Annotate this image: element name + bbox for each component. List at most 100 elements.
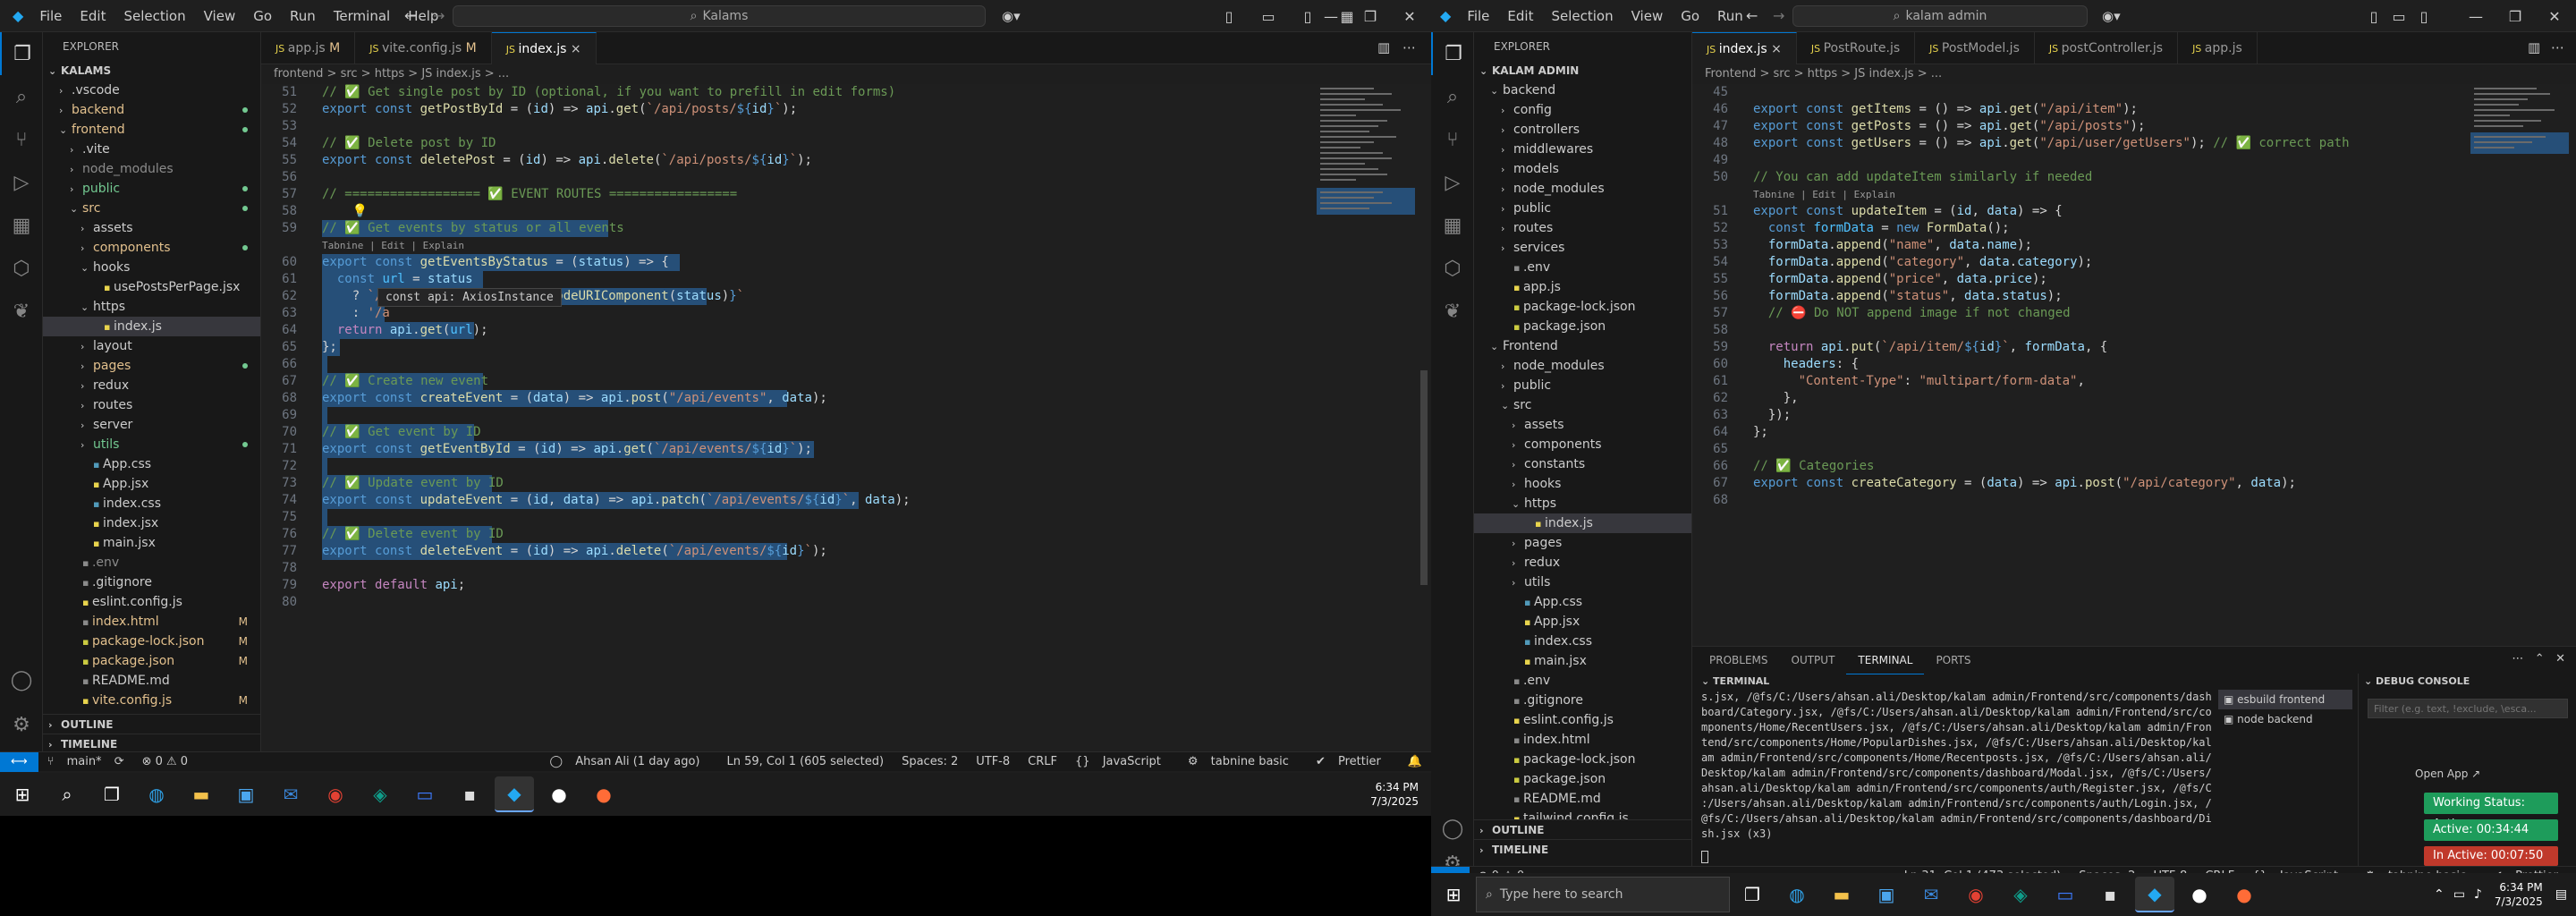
encoding-status[interactable]: UTF-8 <box>967 755 1019 768</box>
task-view-icon[interactable]: ❐ <box>92 776 131 812</box>
minimize-icon[interactable]: — <box>2456 8 2496 25</box>
toggle-panel-icon[interactable]: ▭ <box>2386 8 2411 25</box>
forward-arrow-icon[interactable]: → <box>433 7 445 24</box>
code-editor[interactable]: 51 52 53 54 55 56 57 58 59 60 61 62 63 64 65 66 67 68 69 70… <box>261 84 1431 751</box>
menu-selection[interactable]: Selection <box>1542 8 1622 24</box>
restore-icon[interactable]: ❐ <box>1351 8 1390 25</box>
tree-folder[interactable]: › utils <box>43 435 260 454</box>
tree-folder[interactable]: › node_modules <box>1474 179 1691 199</box>
file-explorer-icon[interactable]: ▬ <box>182 776 221 812</box>
notification-center-icon[interactable]: ▤ <box>2555 887 2567 902</box>
source-control-icon[interactable]: ⑂ <box>0 118 43 161</box>
toggle-primary-sidebar-icon[interactable]: ▯ <box>1209 8 1249 25</box>
terminal-icon[interactable]: ▪ <box>450 776 489 812</box>
postman-icon[interactable]: ● <box>584 776 623 812</box>
menu-terminal[interactable]: Terminal <box>325 8 399 24</box>
tree-folder[interactable]: › hooks <box>1474 474 1691 494</box>
tree-folder[interactable]: › node_modules <box>1474 356 1691 376</box>
tree-folder[interactable]: › redux <box>1474 553 1691 572</box>
menu-view[interactable]: View <box>1623 8 1673 24</box>
tree-folder[interactable]: ⌄ frontend <box>43 120 260 140</box>
menu-view[interactable]: View <box>195 8 245 24</box>
close-window-icon[interactable]: ✕ <box>2535 8 2574 25</box>
windows-start-icon[interactable]: ⊞ <box>3 776 42 812</box>
split-editor-icon[interactable]: ▥ <box>2528 39 2540 55</box>
app-icon[interactable]: ◈ <box>2001 877 2040 912</box>
minimap-right[interactable] <box>2470 84 2569 165</box>
tree-file[interactable]: ▪ eslint.config.js <box>43 592 260 612</box>
menu-run[interactable]: Run <box>281 8 325 24</box>
tree-file[interactable]: ▪ index.css <box>1474 632 1691 651</box>
tree-file[interactable]: ▪ .env <box>43 553 260 572</box>
tree-folder[interactable]: › public <box>1474 376 1691 395</box>
file-explorer-icon[interactable]: ▬ <box>1822 877 1861 912</box>
tree-file[interactable]: ▪ index.css <box>43 494 260 513</box>
editor-tab[interactable]: JS app.js <box>2178 32 2258 64</box>
toggle-secondary-sidebar-icon[interactable]: ▯ <box>2411 8 2436 25</box>
minimap[interactable] <box>1317 84 1415 227</box>
tree-file[interactable]: ▪ README.md <box>1474 789 1691 809</box>
remote-explorer-icon[interactable]: ⬡ <box>0 247 43 290</box>
tree-folder[interactable]: › node_modules <box>43 159 260 179</box>
mail-icon[interactable]: ✉ <box>271 776 310 812</box>
tabnine-status[interactable]: ⚙ tabnine basic <box>1179 755 1307 768</box>
code-editor-right[interactable]: 45 46 47 48 49 50 51 52 53 54 55 56 57 58 59 60 61 62 63 64… <box>1692 84 2576 646</box>
restore-icon[interactable]: ❐ <box>2496 8 2535 25</box>
store-icon[interactable]: ▣ <box>1867 877 1906 912</box>
tree-folder[interactable]: › services <box>1474 238 1691 258</box>
tree-file[interactable]: ▪ package-lock.json <box>1474 297 1691 317</box>
tree-folder[interactable]: ⌄ backend <box>1474 81 1691 100</box>
github-icon[interactable]: ● <box>539 776 579 812</box>
tree-folder[interactable]: › controllers <box>1474 120 1691 140</box>
outline-section-right[interactable]: › OUTLINE <box>1474 819 1691 839</box>
back-arrow-icon[interactable]: ← <box>1746 7 1758 24</box>
tree-file[interactable]: ▪ .gitignore <box>43 572 260 592</box>
tree-folder[interactable]: › redux <box>43 376 260 395</box>
command-center-search[interactable]: ⌕ Kalams <box>453 5 986 27</box>
taskbar-search-box[interactable]: ⌕ Type here to search <box>1476 877 1730 912</box>
task-view-icon[interactable]: ❐ <box>1733 877 1772 912</box>
panel-tab-terminal[interactable]: TERMINAL <box>1846 647 1925 674</box>
tree-file[interactable]: ▪ package.json <box>1474 769 1691 789</box>
volume-icon[interactable]: ♪ <box>2474 887 2482 902</box>
notifications-bell-icon[interactable]: 🔔 <box>1399 755 1431 768</box>
copilot-icon[interactable]: ◉▾ <box>1002 8 1021 24</box>
close-window-icon[interactable]: ✕ <box>1390 8 1429 25</box>
chrome-icon[interactable]: ◉ <box>1956 877 1996 912</box>
tree-folder[interactable]: ⌄ Frontend <box>1474 336 1691 356</box>
close-panel-icon[interactable]: ✕ <box>2555 652 2565 666</box>
editor-tab[interactable]: JS vite.config.js M <box>355 32 492 64</box>
outline-section[interactable]: › OUTLINE <box>43 714 260 734</box>
tree-file[interactable]: ▪ .gitignore <box>1474 691 1691 710</box>
back-arrow-icon[interactable]: ← <box>404 7 416 24</box>
editor-tab[interactable]: JS app.js M <box>261 32 356 64</box>
more-actions-icon[interactable]: ⋯ <box>2551 39 2564 55</box>
tree-folder[interactable]: › assets <box>1474 415 1691 435</box>
panel-tab-ports[interactable]: PORTS <box>1924 647 1982 674</box>
right-clock[interactable]: 6:34 PM 7/3/2025 <box>2495 880 2543 909</box>
split-editor-icon[interactable]: ▥ <box>1377 39 1390 55</box>
left-clock[interactable]: 6:34 PM 7/3/2025 <box>1370 780 1419 809</box>
explorer-root[interactable]: ⌄ KALAMS <box>43 61 260 81</box>
tree-folder[interactable]: › routes <box>1474 218 1691 238</box>
tree-folder[interactable]: ⌄ hooks <box>43 258 260 277</box>
tree-folder[interactable]: › .vscode <box>43 81 260 100</box>
remote-indicator-icon[interactable]: ⟷ <box>0 751 38 772</box>
editor-tab[interactable]: JS PostRoute.js <box>1797 32 1916 64</box>
tree-folder[interactable]: › routes <box>43 395 260 415</box>
editor-tab[interactable]: JS PostModel.js <box>1915 32 2035 64</box>
tree-folder[interactable]: › models <box>1474 159 1691 179</box>
cursor-position[interactable]: Ln 59, Col 1 (605 selected) <box>718 755 894 768</box>
explorer-files-icon[interactable]: ❐ <box>0 32 43 75</box>
tree-folder[interactable]: › backend <box>43 100 260 120</box>
toggle-panel-icon[interactable]: ▭ <box>1249 8 1288 25</box>
tree-folder[interactable]: › layout <box>43 336 260 356</box>
vscode-taskbar-icon[interactable]: ◆ <box>495 776 534 812</box>
explorer-root-right[interactable]: ⌄ KALAM ADMIN <box>1474 61 1691 81</box>
tree-folder[interactable]: ⌄ src <box>1474 395 1691 415</box>
open-app-link[interactable]: Open App ↗ <box>2415 768 2480 780</box>
tree-file[interactable]: ▪ eslint.config.js <box>1474 710 1691 730</box>
timeline-section[interactable]: › TIMELINE <box>43 734 260 753</box>
tree-folder[interactable]: › components <box>43 238 260 258</box>
tree-folder[interactable]: › config <box>1474 100 1691 120</box>
